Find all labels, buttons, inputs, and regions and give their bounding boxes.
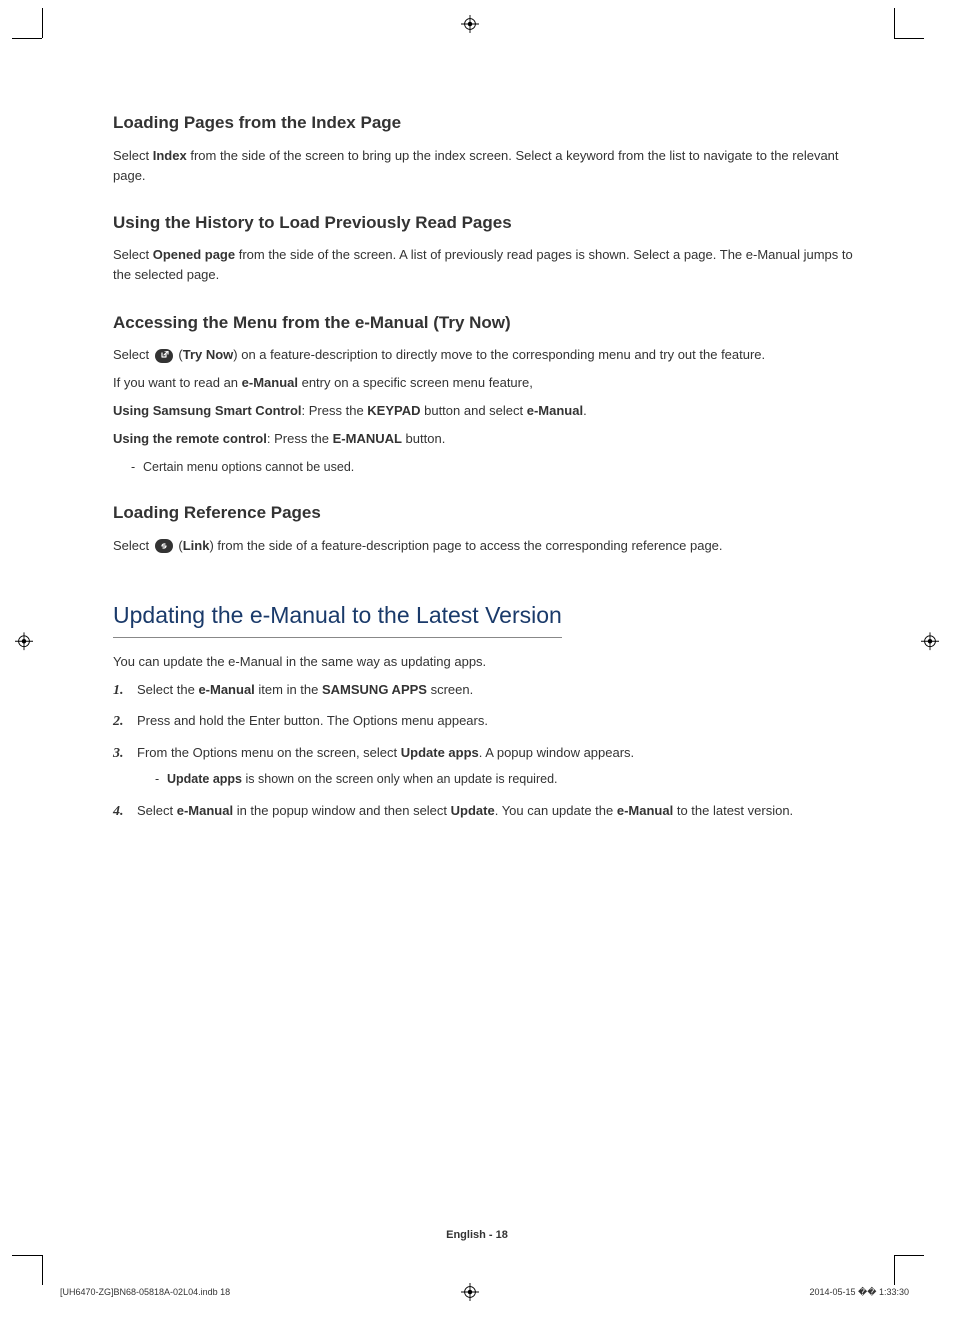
crop-mark [894,8,895,38]
section-heading: Accessing the Menu from the e-Manual (Tr… [113,310,864,336]
body-text: Select (Try Now) on a feature-descriptio… [113,345,864,365]
page-number: English - 18 [446,1227,508,1244]
body-text: Select (Link) from the side of a feature… [113,536,864,556]
body-text: Select Index from the side of the screen… [113,146,864,186]
body-text: If you want to read an e-Manual entry on… [113,373,864,393]
registration-mark-icon [461,1283,479,1307]
try-now-icon [155,349,173,363]
crop-mark [894,1255,924,1256]
crop-mark [42,8,43,38]
registration-mark-icon [461,15,479,39]
footer-filename: [UH6470-ZG]BN68-05818A-02L04.indb 18 [60,1286,230,1300]
registration-mark-icon [15,632,33,656]
crop-mark [894,38,924,39]
registration-mark-icon [921,632,939,656]
footer-timestamp: 2014-05-15 �� 1:33:30 [809,1286,909,1300]
step-item: Select the e-Manual item in the SAMSUNG … [113,680,864,700]
body-text: Select Opened page from the side of the … [113,245,864,285]
note-text: Certain menu options cannot be used. [131,458,864,477]
section-heading: Using the History to Load Previously Rea… [113,210,864,236]
body-text: Using the remote control: Press the E-MA… [113,429,864,449]
link-icon [155,539,173,553]
section-heading: Loading Reference Pages [113,500,864,526]
crop-mark [894,1255,895,1285]
step-item: Select e-Manual in the popup window and … [113,801,864,821]
body-text: Using Samsung Smart Control: Press the K… [113,401,864,421]
page-content: Loading Pages from the Index Page Select… [113,110,864,832]
steps-list: Select the e-Manual item in the SAMSUNG … [113,680,864,821]
major-heading: Updating the e-Manual to the Latest Vers… [113,598,562,638]
step-item: Press and hold the Enter button. The Opt… [113,711,864,731]
body-text: You can update the e-Manual in the same … [113,652,864,672]
crop-mark [12,1255,42,1256]
step-item: From the Options menu on the screen, sel… [113,743,864,789]
sub-note: Update apps is shown on the screen only … [155,770,864,789]
crop-mark [42,1255,43,1285]
section-heading: Loading Pages from the Index Page [113,110,864,136]
crop-mark [12,38,42,39]
